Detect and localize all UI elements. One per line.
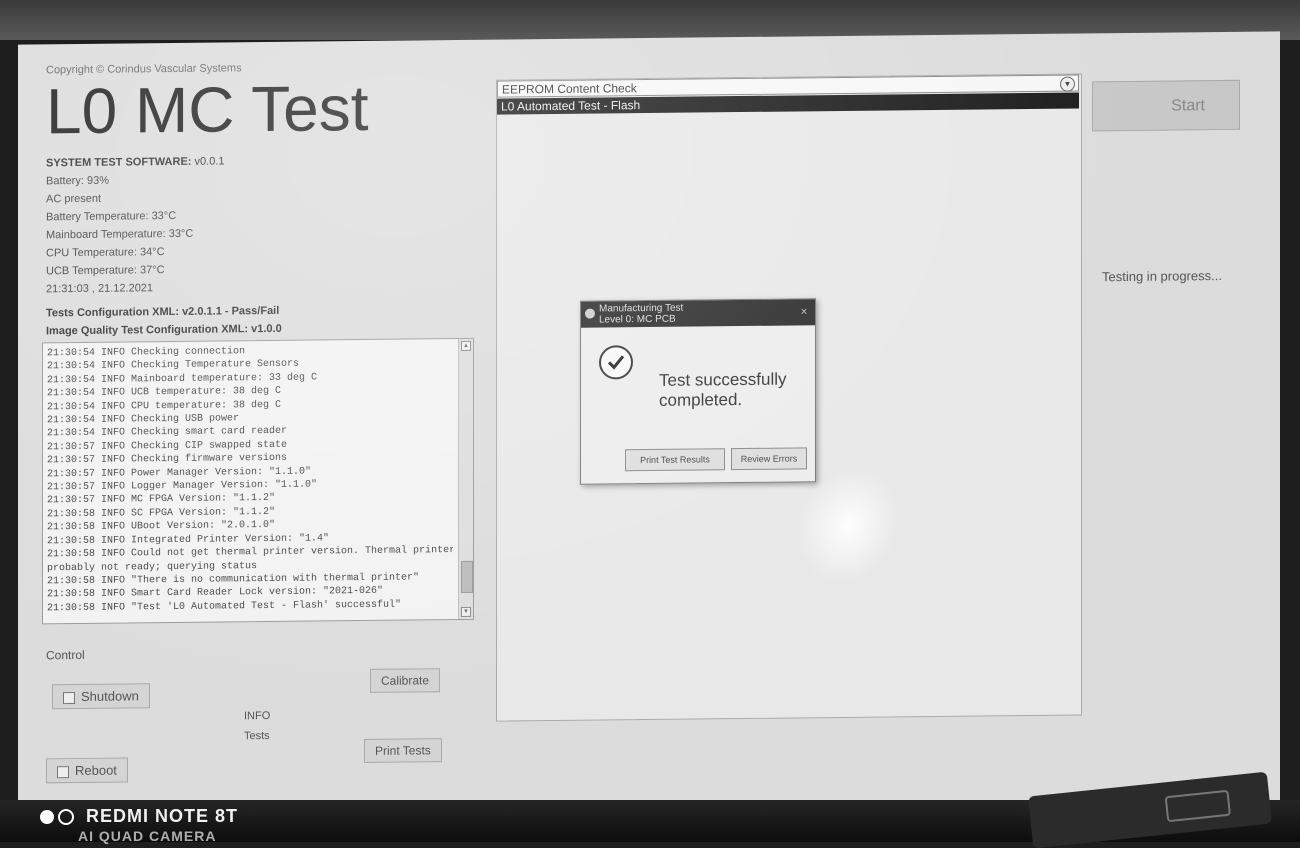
dialog-title-line2: Level 0: MC PCB bbox=[599, 313, 676, 326]
print-results-button[interactable]: Print Test Results bbox=[625, 448, 725, 472]
reboot-checkbox[interactable] bbox=[57, 765, 69, 778]
close-icon[interactable]: × bbox=[797, 304, 811, 318]
app-icon bbox=[585, 308, 595, 319]
watermark-device: REDMI NOTE 8T bbox=[86, 806, 239, 826]
checkmark-icon bbox=[599, 345, 633, 380]
log-lines: 21:30:54 INFO Checking connection 21:30:5… bbox=[43, 339, 473, 620]
watermark-dot-icon bbox=[40, 810, 54, 825]
info-label: INFO bbox=[244, 709, 271, 723]
watermark-camera: AI QUAD CAMERA bbox=[78, 828, 217, 844]
log-output[interactable]: 21:30:54 INFO Checking connection 21:30:5… bbox=[42, 337, 474, 625]
status-text: Testing in progress... bbox=[1102, 267, 1222, 285]
shutdown-checkbox[interactable] bbox=[63, 691, 75, 704]
dialog-titlebar: Manufacturing Test Level 0: MC PCB × bbox=[581, 299, 815, 328]
dialog-message: Test successfully completed. bbox=[659, 369, 787, 410]
print-tests-button[interactable]: Print Tests bbox=[364, 738, 442, 763]
tests-label: Tests bbox=[244, 729, 270, 743]
dialog-title: Manufacturing Test Level 0: MC PCB bbox=[599, 303, 683, 326]
control-group-label: Control bbox=[46, 647, 85, 663]
scroll-thumb[interactable] bbox=[461, 560, 473, 593]
watermark-ring-icon bbox=[58, 809, 74, 826]
camera-watermark: REDMI NOTE 8T AI QUAD CAMERA bbox=[40, 806, 238, 846]
start-button[interactable]: Start bbox=[1092, 79, 1240, 132]
scroll-up-icon[interactable]: ▲ bbox=[461, 340, 471, 351]
app-screen: Copyright © Corindus Vascular Systems L0… bbox=[18, 31, 1280, 815]
reboot-label: Reboot bbox=[75, 762, 117, 779]
shutdown-button[interactable]: Shutdown bbox=[52, 683, 150, 710]
page-title: L0 MC Test bbox=[46, 71, 369, 148]
dialog-title-line1: Manufacturing Test bbox=[599, 302, 684, 315]
calibrate-button[interactable]: Calibrate bbox=[370, 668, 441, 693]
test-select-value: EEPROM Content Check bbox=[502, 81, 637, 97]
shutdown-label: Shutdown bbox=[81, 688, 139, 704]
reboot-button[interactable]: Reboot bbox=[46, 757, 128, 784]
software-version-value: v0.0.1 bbox=[194, 155, 225, 168]
image-quality-config-xml: Image Quality Test Configuration XML: v1… bbox=[46, 322, 282, 338]
result-dialog: Manufacturing Test Level 0: MC PCB × Tes… bbox=[580, 298, 816, 485]
software-label: SYSTEM TEST SOFTWARE: bbox=[46, 155, 192, 170]
system-info-panel: Copyright © Corindus Vascular Systems L0… bbox=[46, 60, 486, 341]
scroll-down-icon[interactable]: ▼ bbox=[461, 606, 471, 617]
timestamp: 21:31:03 , 21.12.2021 bbox=[46, 282, 154, 296]
chevron-down-icon[interactable]: ▼ bbox=[1060, 76, 1075, 92]
log-scrollbar[interactable]: ▲ ▼ bbox=[458, 338, 473, 620]
usb-port-icon bbox=[1164, 789, 1232, 823]
review-errors-button[interactable]: Review Errors bbox=[731, 447, 807, 471]
